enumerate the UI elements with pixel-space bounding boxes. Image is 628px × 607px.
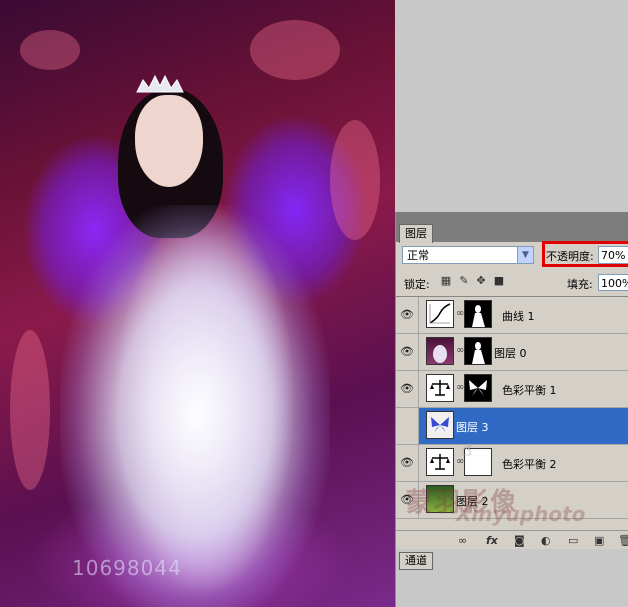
balance-scale-icon — [426, 448, 454, 476]
add-mask-icon[interactable]: ◙ — [514, 534, 525, 547]
blend-mode-value: 正常 — [407, 249, 429, 262]
eye-icon[interactable]: 👁 — [396, 334, 419, 370]
subject-dress — [60, 205, 330, 607]
layer-name[interactable]: 曲线 1 — [502, 308, 535, 324]
group-folder-icon[interactable]: ▭ — [568, 534, 578, 547]
layer-row[interactable]: 👁 ∞ 色彩平衡 2 — [396, 445, 628, 482]
layer-thumbnail[interactable] — [426, 337, 454, 365]
fill-input[interactable]: 100% — [598, 274, 628, 291]
tab-channels[interactable]: 通道 — [399, 552, 433, 570]
channels-panel: 通道 — [396, 549, 628, 607]
panel-footer: ∞ fx ◙ ◐ ▭ ▣ 🗑 — [396, 530, 628, 551]
layer-row[interactable]: 👁 ∞ 色彩平衡 1 — [396, 371, 628, 408]
layer-row[interactable]: 👁 ∞ 曲线 1 — [396, 297, 628, 334]
adjustment-layer-icon[interactable]: ◐ — [541, 534, 551, 547]
layer-mask-thumbnail[interactable] — [464, 337, 492, 365]
subject-face — [135, 95, 203, 187]
background-texture — [20, 30, 80, 70]
panel-tab-bar: 图层 — [396, 212, 628, 243]
tab-layers[interactable]: 图层 — [399, 224, 433, 243]
curves-icon — [426, 300, 454, 328]
layer-thumbnail[interactable] — [426, 411, 454, 439]
blend-mode-select[interactable]: 正常 ▼ — [402, 246, 534, 264]
opacity-label: 不透明度: — [546, 250, 594, 263]
chevron-down-icon[interactable]: ▼ — [517, 247, 533, 263]
link-layers-icon[interactable]: ∞ — [458, 534, 467, 547]
layer-name[interactable]: 色彩平衡 2 — [502, 456, 557, 472]
lock-row: 锁定: ▦ ✎ ✥ ■ 填充: 100% — [396, 271, 628, 293]
eye-icon[interactable]: 👁 — [396, 297, 419, 333]
trash-icon[interactable]: 🗑 — [618, 534, 628, 547]
background-texture — [250, 20, 340, 80]
layers-panel: 图层 正常 ▼ 不透明度: 70% 锁定: ▦ ✎ ✥ ■ 填充: 100% 👁… — [395, 212, 628, 607]
tiara-shape — [136, 74, 184, 93]
lock-move-icon[interactable]: ✥ — [475, 275, 487, 287]
lock-all-icon[interactable]: ■ — [493, 275, 505, 287]
layer-mask-thumbnail[interactable] — [464, 300, 492, 328]
hand-cursor-icon: ☝ — [462, 440, 472, 459]
opacity-input[interactable]: 70% — [598, 246, 628, 264]
eye-icon[interactable]: 👁 — [396, 445, 419, 481]
layer-mask-thumbnail[interactable] — [464, 374, 492, 402]
canvas-watermark: 10698044 — [72, 556, 182, 580]
layer-name[interactable]: 图层 0 — [494, 345, 527, 361]
new-layer-icon[interactable]: ▣ — [594, 534, 604, 547]
layer-name[interactable]: 图层 3 — [456, 419, 489, 435]
lock-brush-icon[interactable]: ✎ — [458, 275, 470, 287]
background-texture — [330, 120, 380, 240]
lock-label: 锁定: — [404, 278, 430, 291]
layer-row[interactable]: 👁 ∞ 图层 0 — [396, 334, 628, 371]
fx-icon[interactable]: fx — [486, 534, 498, 547]
background-texture — [10, 330, 50, 490]
lock-transparency-icon[interactable]: ▦ — [440, 275, 452, 287]
eye-icon[interactable] — [396, 408, 419, 444]
layer-row-selected[interactable]: 图层 3 — [396, 408, 628, 445]
eye-icon[interactable]: 👁 — [396, 371, 419, 407]
balance-scale-icon — [426, 374, 454, 402]
fill-label: 填充: — [567, 278, 593, 291]
document-canvas[interactable]: 10698044 — [0, 0, 395, 607]
panel-watermark-en: Xinyuphoto — [456, 502, 586, 526]
layer-name[interactable]: 色彩平衡 1 — [502, 382, 557, 398]
